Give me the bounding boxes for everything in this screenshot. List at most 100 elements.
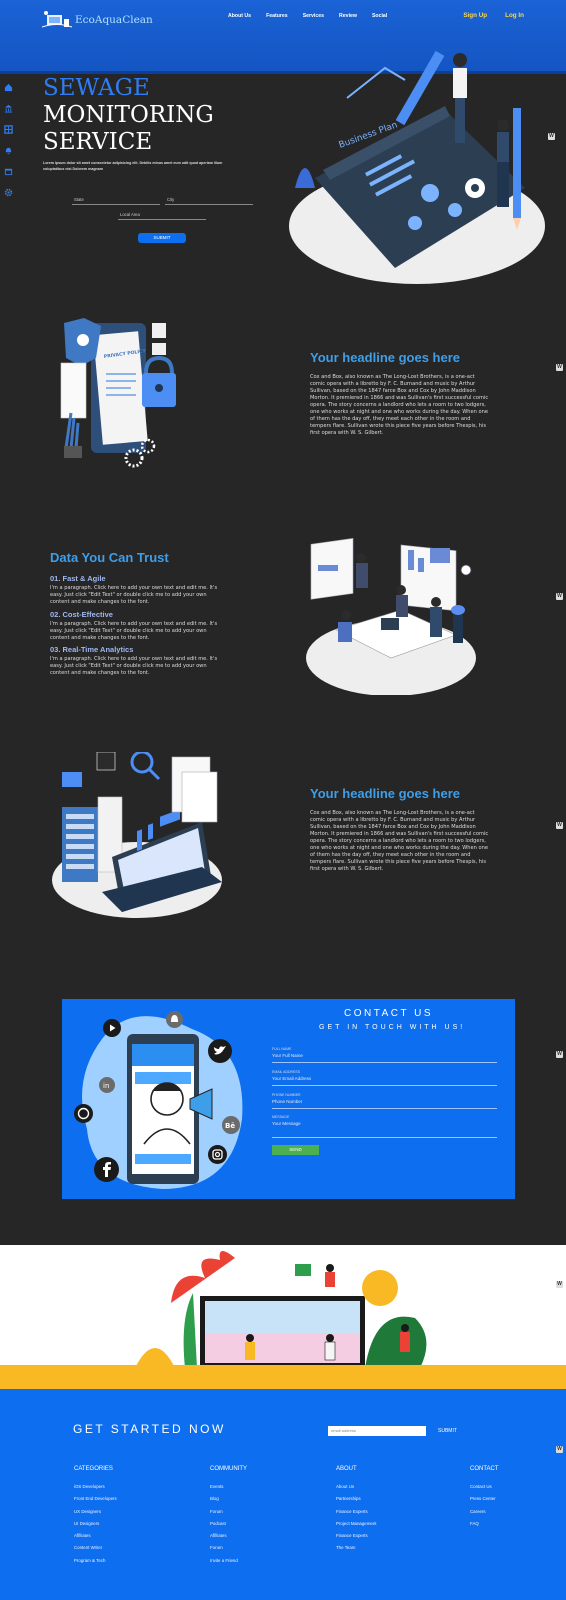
feature-1-text: I'm a paragraph. Click here to add your … [50,585,218,605]
auth-links: Sign Up Log In [445,12,524,19]
newsletter-submit-button[interactable]: SUBMIT [438,1428,457,1434]
hero-submit-button[interactable]: SUBMIT [138,233,186,243]
footer-link[interactable]: UI Designers [74,1521,117,1526]
home-icon[interactable] [4,83,13,92]
hero-title-line1: SEWAGE [43,75,150,101]
widget-toggle-6[interactable]: W [556,1281,563,1288]
nav-review[interactable]: Review [339,13,357,19]
footer-col-heading: ABOUT [336,1466,357,1472]
footer-link[interactable]: Forum [210,1509,247,1514]
footer-link[interactable]: Invite a Friend [210,1558,247,1563]
hero-title-line2: MONITORING [43,102,214,128]
behance-icon[interactable]: Bē [222,1116,240,1134]
bank-icon[interactable] [4,104,13,113]
footer-col-categories: CATEGORIES iOS Developers Front End Deve… [74,1466,117,1570]
privacy-policy-illustration: PRIVACY POLICY [60,318,176,468]
team-analytics-illustration [306,538,476,695]
footer-link[interactable]: Podcast [210,1521,247,1526]
footer-link[interactable]: Project Management [336,1521,377,1526]
bell-icon[interactable] [4,146,13,155]
nav-features[interactable]: Features [266,13,288,19]
side-nav [0,78,18,288]
nav-social[interactable]: Social [372,13,387,19]
footer-col-about: ABOUT About Us Partnerships Finance Expe… [336,1466,377,1558]
svg-text:Bē: Bē [225,1122,235,1130]
notification-icon[interactable] [166,1011,183,1028]
state-input[interactable]: State [72,195,160,205]
phone-label: PHONE NUMBER [272,1093,301,1097]
data-center-illustration [52,752,222,918]
footer-col-heading: CATEGORIES [74,1466,113,1472]
section3-body: Cox and Box, also known as The Long-Lost… [310,810,489,872]
widget-toggle-5[interactable]: W [556,1051,563,1058]
footer-title: GET STARTED NOW [73,1422,226,1436]
hero-title: SEWAGE MONITORING SERVICE [43,75,214,156]
business-plan-illustration: Business Plan [289,50,545,284]
city-input[interactable]: City [165,195,253,205]
footer-link[interactable]: The Team [336,1545,377,1550]
section1-heading: Your headline goes here [310,350,461,365]
footer-link[interactable]: Press Center [470,1496,499,1501]
hero-description: Lorem ipsum dolor sit amet consectetur a… [43,161,223,171]
contact-panel: in Bē CONTACT US GET IN TOUCH WITH US! F… [62,999,515,1199]
section2-heading: Data You Can Trust [50,550,169,565]
footer-col-community: COMMUNITY Events Blog Forum Podcast Affi… [210,1466,247,1570]
full-name-input[interactable]: Your Full Name [272,1053,497,1063]
gear-icon[interactable] [4,188,13,197]
footer-link[interactable]: Affiliates [210,1533,247,1538]
footer-link[interactable]: Careers [470,1509,499,1514]
phone-input[interactable]: Phone Number [272,1099,497,1109]
footer-link[interactable]: Content Writer [74,1545,117,1550]
newsletter-email-input[interactable]: email address [328,1426,426,1436]
brand-logo[interactable]: EcoAquaClean [41,9,153,31]
facebook-icon[interactable] [94,1157,119,1182]
footer-link[interactable]: Partnerships [336,1496,377,1501]
twitter-icon[interactable] [208,1039,232,1063]
instagram-icon[interactable] [208,1145,227,1164]
grid-icon[interactable] [4,125,13,134]
contact-title: CONTACT US [344,1008,434,1019]
brand-name: EcoAquaClean [75,14,153,26]
nav-services[interactable]: Services [303,13,324,19]
full-name-label: FULL NAME [272,1047,292,1051]
footer-link[interactable]: FAQ [470,1521,499,1526]
calendar-icon[interactable] [4,167,13,176]
email-input[interactable]: Your Email Address [272,1076,497,1086]
main-nav: About Us Features Services Review Social [228,13,402,19]
log-in-link[interactable]: Log In [505,12,524,19]
nav-about-us[interactable]: About Us [228,13,251,19]
footer-link[interactable]: Front End Developers [74,1496,117,1501]
footer-link[interactable]: Finance Experts [336,1533,377,1538]
feature-2-text: I'm a paragraph. Click here to add your … [50,621,218,641]
footer-link[interactable]: Program & Tech [74,1558,117,1563]
feature-2-title: 02. Cost-Effective [50,610,113,619]
widget-toggle-7[interactable]: W [556,1446,563,1453]
widget-toggle-4[interactable]: W [556,822,563,829]
footer-col-heading: COMMUNITY [210,1466,247,1472]
footer-link[interactable]: Contact Us [470,1484,499,1489]
footer-link[interactable]: Forum [210,1545,247,1550]
footer-link[interactable]: About Us [336,1484,377,1489]
widget-toggle-2[interactable]: W [556,364,563,371]
sign-up-link[interactable]: Sign Up [463,12,487,19]
contact-subtitle: GET IN TOUCH WITH US! [319,1024,466,1031]
youtube-icon[interactable] [103,1019,121,1037]
footer-link[interactable]: iOS Developers [74,1484,117,1489]
footer-link[interactable]: Blog [210,1496,247,1501]
widget-toggle-1[interactable]: W [548,133,555,140]
svg-text:in: in [103,1082,109,1090]
footer-link[interactable]: Affiliates [74,1533,117,1538]
send-button[interactable]: SEND [272,1145,319,1155]
footer-link[interactable]: Events [210,1484,247,1489]
feature-1-title: 01. Fast & Agile [50,574,106,583]
brand-name-text: EcoAquaClean [75,14,153,26]
footer-link[interactable]: Finance Experts [336,1509,377,1514]
widget-toggle-3[interactable]: W [556,593,563,600]
whatsapp-icon[interactable] [74,1104,93,1123]
local-area-input[interactable]: Local Area [118,210,206,220]
hero-title-line3: SERVICE [43,129,153,155]
feature-3-text: I'm a paragraph. Click here to add your … [50,656,218,676]
linkedin-icon[interactable]: in [99,1077,115,1093]
message-input[interactable]: Your Message [272,1121,497,1138]
footer-link[interactable]: UX Designers [74,1509,117,1514]
